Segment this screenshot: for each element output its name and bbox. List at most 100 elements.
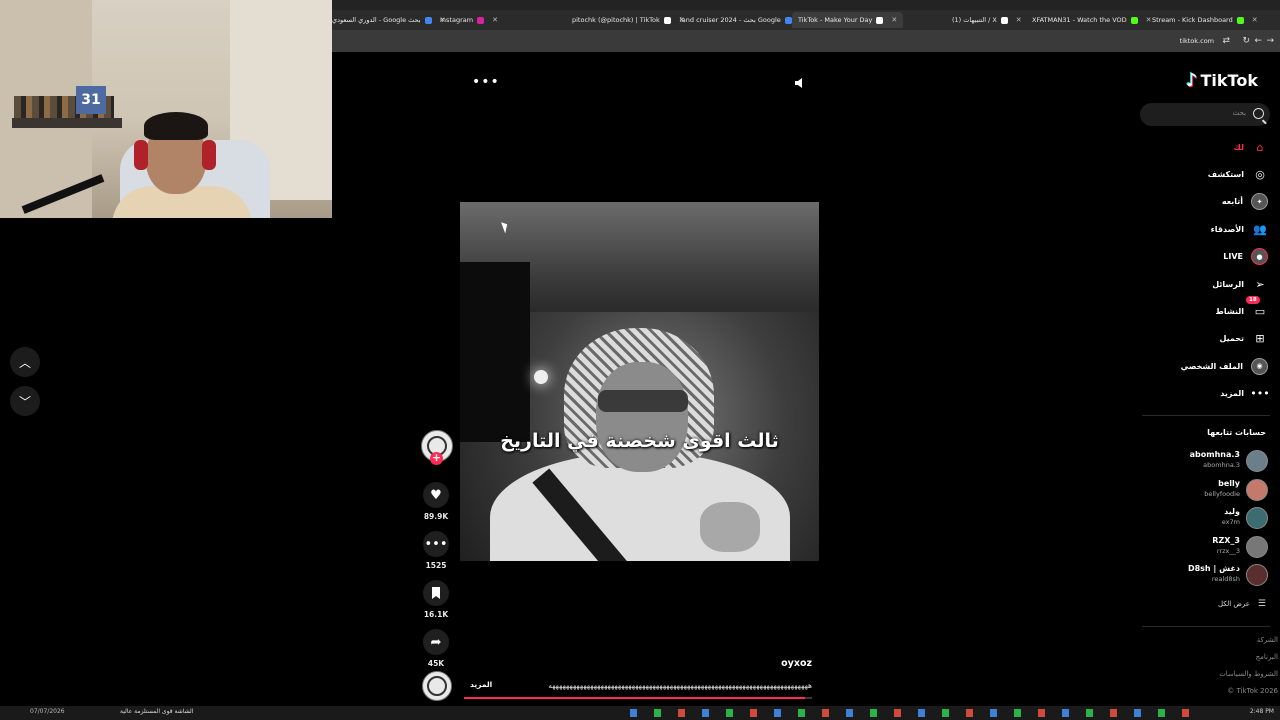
tiktok-icon bbox=[663, 16, 671, 24]
sidebar-item-home[interactable]: لك ⌂ bbox=[1150, 136, 1268, 158]
sidebar-divider bbox=[1142, 415, 1270, 416]
browser-tab[interactable]: Stream - Kick Dashboard ✕ bbox=[1152, 12, 1258, 28]
x-icon bbox=[1000, 16, 1008, 24]
browser-tab[interactable]: (1) التنبيهات / X ✕ bbox=[952, 12, 1022, 28]
reload-icon[interactable]: ↻ bbox=[1242, 36, 1250, 46]
browser-tab[interactable]: TikTok - Make Your Day ✕ bbox=[792, 12, 904, 28]
sidebar-item-messages[interactable]: الرسائل ➢ bbox=[1150, 273, 1268, 295]
browser-tab[interactable]: Instagram ✕ bbox=[440, 12, 498, 28]
forward-icon[interactable]: → bbox=[1266, 36, 1274, 46]
avatar bbox=[1246, 535, 1268, 558]
tiktok-note-icon: ♪ bbox=[1186, 70, 1198, 91]
sidebar-item-friends[interactable]: الأصدقاء 👥 bbox=[1150, 218, 1268, 240]
bookmark-icon[interactable] bbox=[423, 580, 449, 606]
share-action[interactable]: ➦ 45K bbox=[420, 629, 452, 668]
taskbar-app-icons[interactable] bbox=[630, 709, 1190, 717]
footer-link[interactable]: البرنامج bbox=[1256, 653, 1278, 661]
chevron-up-icon: ︿ bbox=[18, 355, 31, 370]
video-person-glasses bbox=[598, 390, 688, 412]
avatar bbox=[1246, 478, 1268, 501]
account-name: D8sh | دغش bbox=[1187, 564, 1240, 573]
search-icon[interactable] bbox=[1253, 108, 1264, 119]
description-more-link[interactable]: المزيد bbox=[470, 680, 492, 689]
follow-plus-icon[interactable]: + bbox=[430, 452, 443, 465]
video-person-hand bbox=[700, 502, 760, 552]
comment-icon[interactable]: ••• bbox=[423, 531, 449, 557]
volume-icon[interactable] bbox=[793, 76, 807, 90]
video-player[interactable]: ثالث اقوى شخصنة في التاريخ bbox=[460, 202, 819, 561]
sidebar-item-label: النشاط bbox=[1215, 306, 1244, 316]
video-car-window bbox=[460, 262, 530, 442]
heart-icon[interactable]: ♥ bbox=[423, 482, 449, 508]
avatar bbox=[1246, 507, 1268, 529]
creator-avatar[interactable]: + bbox=[421, 430, 453, 465]
activity-icon: ▭ 18 bbox=[1246, 296, 1268, 319]
kick-icon bbox=[1130, 16, 1138, 24]
sidebar-item-label: المزيد bbox=[1220, 389, 1244, 399]
video-author[interactable]: oyxoz bbox=[760, 658, 812, 669]
browser-tab[interactable]: XFATMAN31 - Watch the VOD ✕ bbox=[1032, 12, 1152, 28]
following-account[interactable]: RZX_3 rrzx__3 bbox=[1150, 534, 1268, 558]
video-progress-bar[interactable] bbox=[464, 697, 812, 699]
google-icon bbox=[424, 16, 432, 24]
browser-tab[interactable]: land cruiser 2024 - بحث Google✕ bbox=[680, 12, 806, 28]
url-text[interactable]: tiktok.com bbox=[1180, 37, 1214, 45]
close-icon[interactable]: ✕ bbox=[492, 16, 498, 24]
browser-tab-title: XFATMAN31 - Watch the VOD bbox=[1032, 16, 1127, 24]
close-icon[interactable]: ✕ bbox=[1252, 16, 1258, 24]
footer-link[interactable]: TikTok 2026 © bbox=[1227, 687, 1278, 695]
see-all-label: عرض الكل bbox=[1217, 600, 1250, 608]
close-icon[interactable]: ✕ bbox=[1146, 16, 1152, 24]
sidebar-item-label: LIVE bbox=[1223, 252, 1243, 262]
browser-tab[interactable]: الدوري السعودي - Google بحث ✕ bbox=[332, 12, 445, 28]
sidebar-item-following-avatar[interactable]: أتابعه ✦ bbox=[1150, 191, 1268, 213]
sidebar-item-activity[interactable]: النشاط ▭ 18 bbox=[1150, 296, 1268, 322]
comment-count: 1525 bbox=[425, 561, 447, 570]
home-icon: ⌂ bbox=[1256, 140, 1264, 154]
video-options-icon[interactable]: ••• bbox=[472, 74, 500, 90]
share-count: 45K bbox=[427, 659, 445, 668]
close-icon[interactable]: ✕ bbox=[891, 16, 897, 24]
tab-strip-top bbox=[332, 0, 1280, 10]
like-action[interactable]: ♥ 89.9K bbox=[420, 482, 452, 521]
following-account[interactable]: belly bellyfoodie bbox=[1150, 477, 1268, 501]
sidebar-item-profile[interactable]: الملف الشخصي ◉ bbox=[1150, 355, 1268, 377]
browser-tab-bar: الدوري السعودي - Google بحث ✕ Instagram ✕ pi… bbox=[332, 0, 1280, 30]
following-account[interactable]: abomhna.3 abomhna.3 bbox=[1150, 448, 1268, 472]
tiktok-wordmark: TikTok bbox=[1200, 71, 1258, 90]
scroll-down-button[interactable]: ﹀ bbox=[10, 386, 40, 416]
sidebar-item-more[interactable]: المزيد ••• bbox=[1150, 383, 1269, 405]
music-disc-avatar[interactable] bbox=[422, 671, 452, 701]
scroll-up-button[interactable]: ︿ bbox=[10, 347, 40, 377]
browser-tab[interactable]: pitochk (@pitochk) | TikTok ✕ bbox=[572, 12, 685, 28]
tiktok-logo[interactable]: ♪ TikTok bbox=[1186, 70, 1258, 91]
comment-action[interactable]: ••• 1525 bbox=[420, 531, 452, 570]
footer-link[interactable]: الشروط والسياسات bbox=[1219, 670, 1278, 678]
back-icon[interactable]: ← bbox=[1254, 36, 1262, 46]
sidebar-item-compass[interactable]: استكشف ◎ bbox=[1150, 163, 1268, 185]
list-icon: ☰ bbox=[1257, 599, 1266, 609]
chevron-down-icon: ﹀ bbox=[18, 394, 31, 409]
see-all-button[interactable]: عرض الكل ☰ bbox=[1150, 597, 1266, 611]
like-count: 89.9K bbox=[423, 512, 449, 521]
account-name: belly bbox=[1218, 478, 1240, 488]
following-account[interactable]: D8sh | دغش reald8sh bbox=[1150, 562, 1268, 586]
share-icon[interactable]: ➦ bbox=[423, 629, 449, 655]
sidebar-item-upload[interactable]: تحميل ⊞ bbox=[1150, 328, 1268, 350]
bookmark-action[interactable]: 16.1K bbox=[420, 580, 452, 619]
search-input[interactable]: بحث bbox=[1140, 103, 1270, 126]
following-section-title: حسابات تتابعها bbox=[1207, 428, 1266, 437]
instagram-icon bbox=[477, 16, 485, 24]
search-placeholder: بحث bbox=[1232, 109, 1246, 117]
browser-url-bar[interactable]: tiktok.com ⇄ ↻ ← → bbox=[332, 30, 1280, 52]
account-name: abomhna.3 bbox=[1189, 450, 1240, 459]
close-icon[interactable]: ✕ bbox=[1016, 16, 1022, 24]
following-account[interactable]: وليد ex7m bbox=[1150, 505, 1268, 529]
tune-icon[interactable]: ⇄ bbox=[1222, 36, 1230, 46]
kick-icon bbox=[1236, 16, 1244, 24]
sidebar-item-live[interactable]: LIVE ● bbox=[1150, 246, 1268, 268]
footer-link[interactable]: الشركة bbox=[1257, 636, 1278, 644]
webcam-headset-left bbox=[134, 140, 148, 170]
taskbar-window-item[interactable]: الشاشة قوى المستلزمة عالية bbox=[120, 708, 193, 715]
sidebar-item-label: تحميل bbox=[1219, 334, 1244, 344]
